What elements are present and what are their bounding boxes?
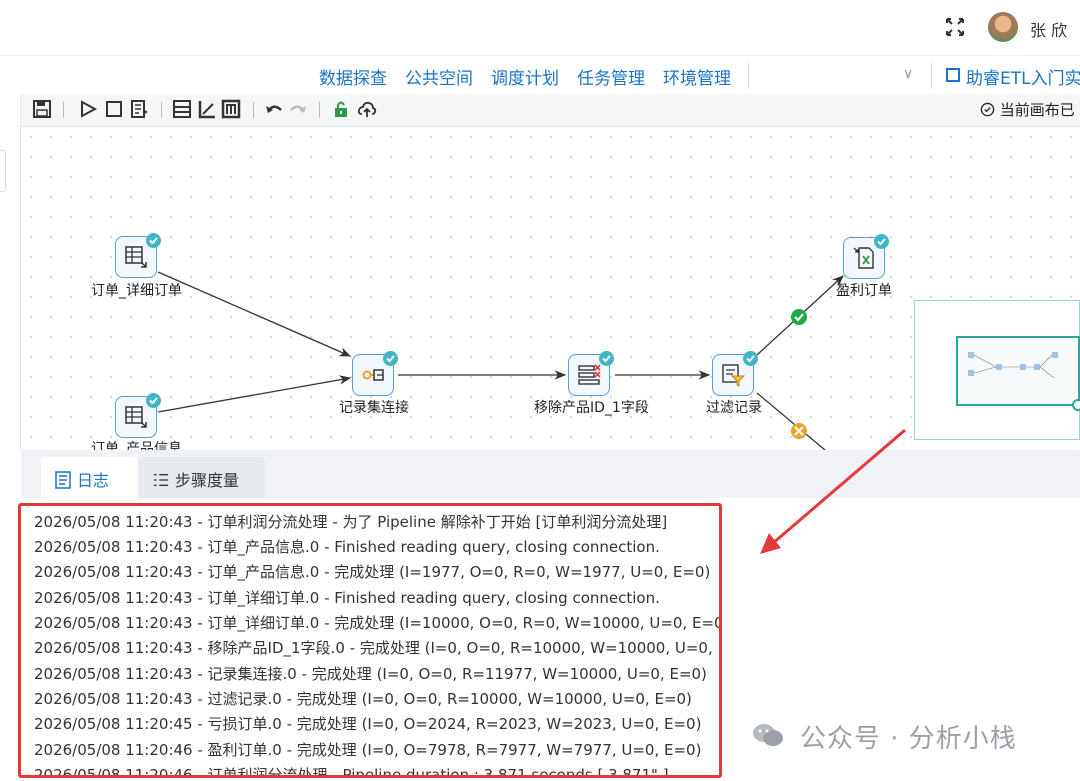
- node-label: 过滤记录: [706, 400, 762, 416]
- log-highlight-box[interactable]: 2026/05/08 11:20:43 - 订单利润分流处理 - 为了 Pipe…: [18, 503, 722, 778]
- tab-log-label: 日志: [77, 471, 110, 490]
- log-line: 2026/05/08 11:20:43 - 订单_详细订单.0 - 完成处理 (…: [34, 614, 722, 632]
- log-line: 2026/05/08 11:20:43 - 记录集连接.0 - 完成处理 (I=…: [34, 665, 707, 683]
- filter-icon: [722, 364, 745, 387]
- node-label: 移除产品ID_1字段: [534, 400, 649, 416]
- minimap-resize-handle[interactable]: [1072, 399, 1080, 411]
- log-line: 2026/05/08 11:20:46 - 订单利润分流处理 - Pipelin…: [34, 766, 669, 778]
- hop-line: [756, 392, 826, 450]
- status-check-icon: [874, 234, 889, 249]
- log-line: 2026/05/08 11:20:43 - 订单_产品信息.0 - 完成处理 (…: [34, 563, 711, 581]
- table-input-icon: [125, 246, 147, 268]
- status-check-icon: [146, 233, 161, 248]
- log-line: 2026/05/08 11:20:43 - 订单利润分流处理 - 为了 Pipe…: [34, 513, 668, 531]
- tab-metrics-label: 步骤度量: [175, 471, 240, 490]
- node-label: 订单_产品信息: [91, 441, 182, 450]
- log-line: 2026/05/08 11:20:45 - 亏损订单.0 - 完成处理 (I=0…: [34, 715, 702, 733]
- hop-line: [157, 375, 352, 413]
- node-label: 盈利订单: [836, 283, 892, 299]
- log-line: 2026/05/08 11:20:46 - 盈利订单.0 - 完成处理 (I=0…: [34, 741, 702, 759]
- select-values-icon: [578, 364, 601, 385]
- tab-step-metrics[interactable]: 步骤度量: [139, 457, 265, 498]
- status-check-icon: [383, 351, 398, 366]
- log-line: 2026/05/08 11:20:43 - 订单_详细订单.0 - Finish…: [34, 589, 660, 607]
- hop-false-badge: [791, 423, 807, 439]
- hop-line: [157, 271, 352, 357]
- table-input-icon: [125, 406, 147, 428]
- log-line: 2026/05/08 11:20:43 - 移除产品ID_1字段.0 - 完成处…: [34, 639, 722, 657]
- bottom-panel-tabs: 日志 步骤度量: [21, 450, 1080, 498]
- status-check-icon: [599, 351, 614, 366]
- node-label: 订单_详细订单: [91, 283, 182, 299]
- list-icon: [153, 474, 169, 486]
- hop-true-badge: [791, 309, 807, 325]
- log-icon: [55, 471, 71, 489]
- node-label: 记录集连接: [339, 400, 409, 416]
- log-line: 2026/05/08 11:20:43 - 订单_产品信息.0 - Finish…: [34, 538, 660, 556]
- status-check-icon: [743, 351, 758, 366]
- merge-join-icon: [362, 369, 384, 381]
- status-check-icon: [146, 393, 161, 408]
- excel-output-icon: [853, 247, 874, 269]
- tab-log[interactable]: 日志: [41, 457, 137, 498]
- minimap-viewport[interactable]: [956, 336, 1080, 406]
- wechat-icon: [752, 722, 784, 748]
- minimap-preview: [968, 352, 1058, 379]
- watermark-text: 公众号 · 分析小栈: [800, 724, 1017, 754]
- log-line: 2026/05/08 11:20:43 - 过滤记录.0 - 完成处理 (I=0…: [34, 690, 692, 708]
